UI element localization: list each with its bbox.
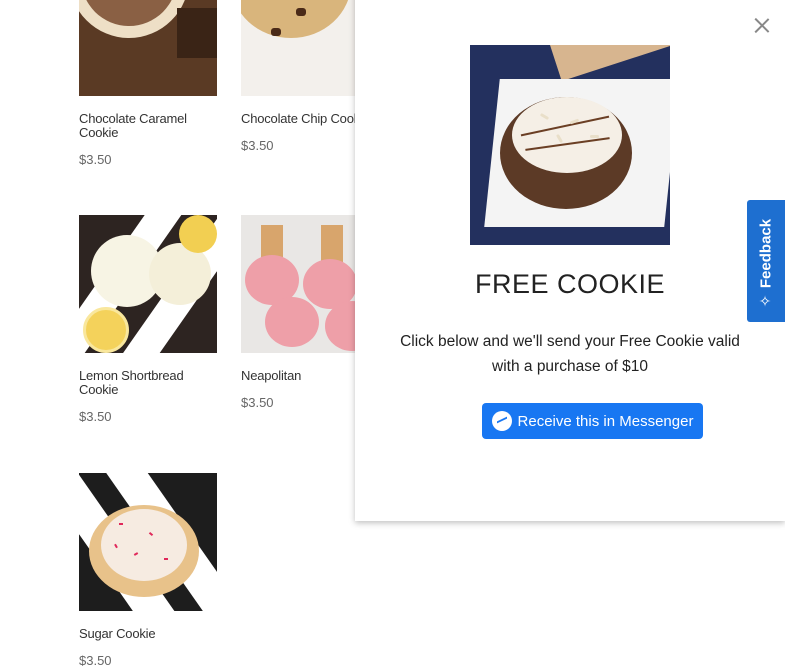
- product-name[interactable]: Lemon Shortbread Cookie: [79, 369, 217, 397]
- product-card: Chocolate Caramel Cookie $3.50: [79, 0, 217, 167]
- popup-title: FREE COOKIE: [474, 269, 666, 299]
- sparkle-icon: ✧: [757, 294, 775, 308]
- product-image[interactable]: [79, 473, 217, 611]
- product-price: $3.50: [79, 653, 112, 668]
- product-card: Sugar Cookie $3.50: [79, 473, 217, 668]
- product-card: Lemon Shortbread Cookie $3.50: [79, 215, 217, 424]
- product-image[interactable]: [79, 215, 217, 353]
- receive-in-messenger-button[interactable]: Receive this in Messenger: [482, 403, 703, 439]
- product-price: $3.50: [79, 152, 112, 167]
- popup-description: Click below and we'll send your Free Coo…: [400, 333, 740, 375]
- product-name[interactable]: Chocolate Caramel Cookie: [79, 112, 217, 140]
- messenger-button-label: Receive this in Messenger: [517, 412, 694, 430]
- feedback-tab[interactable]: Feedback ✧: [747, 200, 785, 322]
- feedback-label: Feedback: [757, 218, 775, 289]
- messenger-icon: [491, 411, 512, 431]
- product-name[interactable]: Sugar Cookie: [79, 627, 217, 641]
- close-icon[interactable]: [753, 16, 771, 34]
- popup-cookie-image: [470, 45, 670, 245]
- product-image[interactable]: [79, 0, 217, 96]
- free-cookie-popup: FREE COOKIE Click below and we'll send y…: [355, 0, 785, 521]
- product-price: $3.50: [79, 409, 112, 424]
